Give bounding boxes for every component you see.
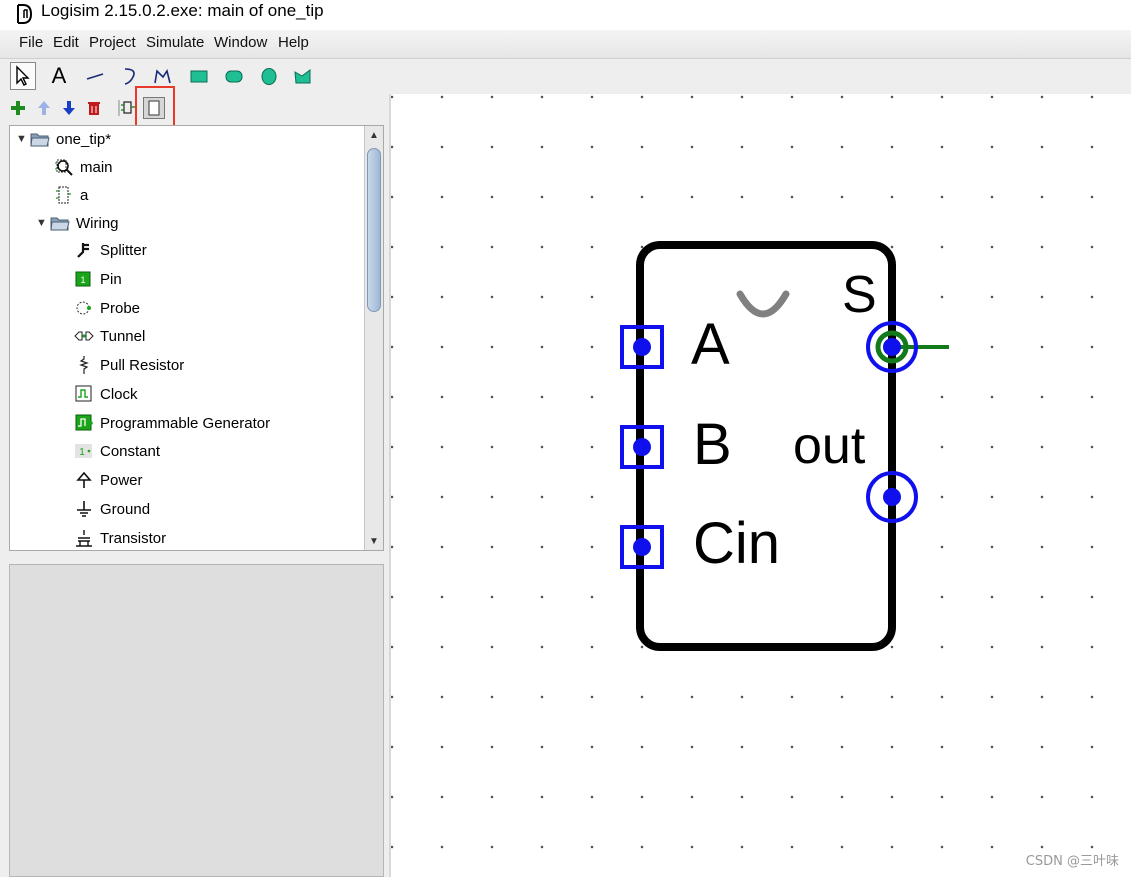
tree-item-power[interactable]: Power (74, 469, 143, 491)
tree-item-probe[interactable]: Probe (74, 297, 140, 319)
programmable-generator-icon (74, 413, 94, 433)
title-bar: Logisim 2.15.0.2.exe: main of one_tip (0, 0, 1131, 30)
menu-simulate[interactable]: Simulate (146, 34, 204, 51)
tree-item-ground[interactable]: Ground (74, 498, 150, 520)
text-tool-icon[interactable]: A (46, 62, 72, 90)
tree-item-label: Programmable Generator (100, 414, 271, 432)
window-title: Logisim 2.15.0.2.exe: main of one_tip (41, 1, 324, 20)
explorer-tree: ▼ one_tip* main a ▼ Wiring Splitter 1 Pi… (9, 125, 384, 551)
rounded-rectangle-tool-icon[interactable] (221, 62, 247, 90)
ground-icon (74, 499, 94, 519)
tunnel-icon (74, 326, 94, 346)
tree-item-label: Constant (100, 442, 161, 460)
left-panel: ▼ one_tip* main a ▼ Wiring Splitter 1 Pi… (0, 86, 389, 877)
tree-library-label: Wiring (76, 214, 119, 232)
rectangle-tool-icon[interactable] (186, 62, 212, 90)
pin-icon: 1 (74, 269, 94, 289)
tree-item-pin[interactable]: 1 Pin (74, 268, 122, 290)
port-dot-icon (633, 438, 651, 456)
folder-open-icon (30, 129, 50, 149)
polygon-tool-icon[interactable] (290, 62, 316, 90)
tree-item-label: main (80, 158, 113, 176)
splitter-icon (74, 240, 94, 260)
power-icon (74, 470, 94, 490)
watermark: CSDN @三叶味 (1025, 854, 1119, 869)
tree-item-programmable-generator[interactable]: Programmable Generator (74, 412, 270, 434)
oval-tool-icon[interactable] (256, 62, 282, 90)
tree-scrollbar[interactable]: ▲ ▼ (364, 126, 383, 550)
attribute-panel (9, 564, 384, 877)
subcircuit-icon (54, 185, 74, 205)
explorer-toolbar (0, 86, 389, 128)
magnifier-circuit-icon (54, 157, 74, 177)
tree-item-label: Splitter (100, 241, 147, 259)
svg-text:1: 1 (80, 275, 85, 285)
tree-item-transistor[interactable]: Transistor (74, 527, 166, 549)
tree-item-label: Probe (100, 299, 141, 317)
menu-edit[interactable]: Edit (53, 34, 79, 51)
label-b[interactable]: B (693, 412, 732, 477)
tree-item-tunnel[interactable]: Tunnel (74, 325, 145, 347)
probe-icon (74, 298, 94, 318)
svg-text:1: 1 (79, 447, 85, 458)
menu-help[interactable]: Help (278, 34, 309, 51)
tree-item-constant[interactable]: 1 Constant (74, 440, 160, 462)
pull-resistor-icon (74, 355, 94, 375)
collapse-arrow-icon[interactable]: ▼ (16, 133, 27, 145)
tree-item-pull-resistor[interactable]: Pull Resistor (74, 354, 184, 376)
tree-item-label: Clock (100, 385, 138, 403)
edit-layout-icon[interactable] (117, 98, 137, 118)
poke-tool-icon[interactable] (10, 62, 36, 90)
tree-item-label: Power (100, 471, 143, 489)
scroll-down-icon[interactable]: ▼ (365, 532, 383, 550)
port-dot-icon (633, 338, 651, 356)
tree-project-one-tip[interactable]: ▼ one_tip* (16, 128, 111, 150)
tree-project-label: one_tip* (56, 130, 112, 148)
menu-file[interactable]: File (19, 34, 43, 51)
menu-window[interactable]: Window (214, 34, 267, 51)
clock-icon (74, 384, 94, 404)
tree-circuit-main[interactable]: main (54, 156, 113, 178)
delete-icon[interactable] (84, 98, 104, 118)
label-a[interactable]: A (691, 312, 730, 377)
tree-item-label: Transistor (100, 529, 167, 547)
transistor-icon (74, 528, 94, 548)
circuit-appearance-drawing: A B Cin S out (620, 241, 949, 651)
tree-library-wiring[interactable]: ▼ Wiring (36, 212, 119, 234)
move-down-icon[interactable] (59, 98, 79, 118)
port-dot-icon (633, 538, 651, 556)
label-out[interactable]: out (793, 417, 866, 475)
tree-item-label: Tunnel (100, 327, 146, 345)
scroll-up-icon[interactable]: ▲ (365, 126, 383, 144)
folder-open-icon (50, 213, 70, 233)
constant-icon: 1 (74, 441, 94, 461)
menu-project[interactable]: Project (89, 34, 136, 51)
menu-bar: File Edit Project Simulate Window Help (0, 30, 1131, 59)
tree-item-clock[interactable]: Clock (74, 383, 138, 405)
port-dot-icon (883, 488, 901, 506)
tree-item-label: Ground (100, 500, 151, 518)
appearance-canvas[interactable]: A B Cin S out CSDN @三叶味 (389, 94, 1131, 877)
move-up-icon[interactable] (34, 98, 54, 118)
label-cin[interactable]: Cin (693, 511, 780, 576)
label-s[interactable]: S (842, 266, 877, 324)
tree-item-label: Pull Resistor (100, 356, 185, 374)
tree-item-label: a (80, 186, 89, 204)
line-tool-icon[interactable] (82, 62, 108, 90)
add-circuit-icon[interactable] (8, 98, 28, 118)
logisim-app-icon (15, 2, 37, 31)
tree-circuit-a[interactable]: a (54, 184, 88, 206)
tree-item-splitter[interactable]: Splitter (74, 239, 147, 261)
scroll-thumb[interactable] (367, 148, 381, 312)
collapse-arrow-icon[interactable]: ▼ (36, 217, 47, 229)
tree-item-label: Pin (100, 270, 122, 288)
port-dot-icon (883, 338, 901, 356)
annotation-highlight-box (135, 86, 175, 128)
